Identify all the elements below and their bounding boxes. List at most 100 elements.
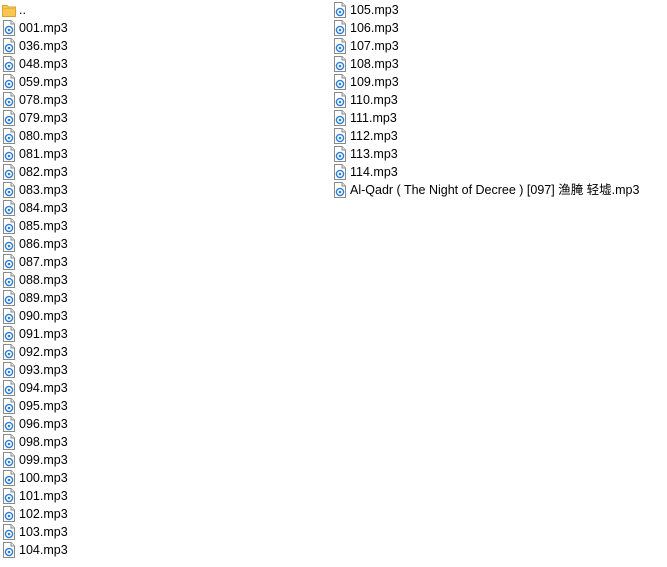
file-item[interactable]: 048.mp3 (2, 55, 322, 73)
file-item[interactable]: 100.mp3 (2, 469, 322, 487)
file-name: 089.mp3 (19, 291, 68, 305)
file-item[interactable]: 078.mp3 (2, 91, 322, 109)
audio-file-icon (333, 56, 347, 72)
file-name: 107.mp3 (350, 39, 399, 53)
audio-file-icon (2, 254, 16, 270)
file-name: 099.mp3 (19, 453, 68, 467)
file-name: 036.mp3 (19, 39, 68, 53)
file-item[interactable]: 114.mp3 (333, 163, 667, 181)
file-list-column-2: 105.mp3 106.mp3 107.mp3 108.mp3 109.mp3 … (333, 1, 667, 199)
file-item[interactable]: 090.mp3 (2, 307, 322, 325)
file-item[interactable]: 096.mp3 (2, 415, 322, 433)
file-item[interactable]: 109.mp3 (333, 73, 667, 91)
file-name: 112.mp3 (350, 129, 398, 143)
file-name: 088.mp3 (19, 273, 68, 287)
audio-file-icon (2, 344, 16, 360)
file-item[interactable]: 098.mp3 (2, 433, 322, 451)
file-name: 001.mp3 (19, 21, 68, 35)
file-name: 094.mp3 (19, 381, 68, 395)
file-name: 105.mp3 (350, 3, 399, 17)
file-name: 048.mp3 (19, 57, 68, 71)
file-item[interactable]: 104.mp3 (2, 541, 322, 559)
file-item[interactable]: 083.mp3 (2, 181, 322, 199)
file-item[interactable]: 094.mp3 (2, 379, 322, 397)
file-item[interactable]: 059.mp3 (2, 73, 322, 91)
file-name: 079.mp3 (19, 111, 68, 125)
file-item[interactable]: 106.mp3 (333, 19, 667, 37)
file-name: 091.mp3 (19, 327, 68, 341)
audio-file-icon (2, 416, 16, 432)
file-name: 095.mp3 (19, 399, 68, 413)
file-name: Al-Qadr ( The Night of Decree ) [097] 渔腌… (350, 183, 640, 197)
audio-file-icon (333, 38, 347, 54)
audio-file-icon (2, 74, 16, 90)
file-item[interactable]: 113.mp3 (333, 145, 667, 163)
audio-file-icon (333, 92, 347, 108)
file-name: 100.mp3 (19, 471, 68, 485)
file-item[interactable]: 110.mp3 (333, 91, 667, 109)
file-item[interactable]: 079.mp3 (2, 109, 322, 127)
audio-file-icon (2, 470, 16, 486)
file-item[interactable]: 108.mp3 (333, 55, 667, 73)
file-name: 093.mp3 (19, 363, 68, 377)
file-item[interactable]: 084.mp3 (2, 199, 322, 217)
audio-file-icon (2, 146, 16, 162)
file-name: 096.mp3 (19, 417, 68, 431)
audio-file-icon (2, 110, 16, 126)
file-name: 086.mp3 (19, 237, 68, 251)
parent-folder-item[interactable]: .. (2, 1, 322, 19)
file-name: 109.mp3 (350, 75, 399, 89)
file-item[interactable]: 093.mp3 (2, 361, 322, 379)
audio-file-icon (2, 290, 16, 306)
file-list-column-1: .. 001.mp3 036.mp3 048.mp3 059.mp3 078.m… (2, 1, 322, 559)
file-item[interactable]: 001.mp3 (2, 19, 322, 37)
file-item[interactable]: 091.mp3 (2, 325, 322, 343)
file-name: 087.mp3 (19, 255, 68, 269)
audio-file-icon (2, 38, 16, 54)
file-name: 098.mp3 (19, 435, 68, 449)
file-item[interactable]: 085.mp3 (2, 217, 322, 235)
file-item[interactable]: 092.mp3 (2, 343, 322, 361)
file-item[interactable]: 102.mp3 (2, 505, 322, 523)
file-item[interactable]: 080.mp3 (2, 127, 322, 145)
audio-file-icon (333, 2, 347, 18)
file-name: 104.mp3 (19, 543, 68, 557)
file-item[interactable]: 107.mp3 (333, 37, 667, 55)
file-item[interactable]: 095.mp3 (2, 397, 322, 415)
file-item[interactable]: 103.mp3 (2, 523, 322, 541)
file-item[interactable]: 036.mp3 (2, 37, 322, 55)
file-item[interactable]: Al-Qadr ( The Night of Decree ) [097] 渔腌… (333, 181, 667, 199)
audio-file-icon (2, 200, 16, 216)
file-name: 090.mp3 (19, 309, 68, 323)
audio-file-icon (2, 452, 16, 468)
file-name: .. (19, 3, 26, 17)
file-item[interactable]: 089.mp3 (2, 289, 322, 307)
file-name: 082.mp3 (19, 165, 68, 179)
file-item[interactable]: 101.mp3 (2, 487, 322, 505)
audio-file-icon (333, 182, 347, 198)
file-item[interactable]: 111.mp3 (333, 109, 667, 127)
file-item[interactable]: 099.mp3 (2, 451, 322, 469)
file-item[interactable]: 088.mp3 (2, 271, 322, 289)
audio-file-icon (333, 164, 347, 180)
audio-file-icon (2, 380, 16, 396)
file-item[interactable]: 112.mp3 (333, 127, 667, 145)
audio-file-icon (2, 398, 16, 414)
file-name: 085.mp3 (19, 219, 68, 233)
file-name: 110.mp3 (350, 93, 398, 107)
file-name: 103.mp3 (19, 525, 68, 539)
audio-file-icon (2, 326, 16, 342)
file-item[interactable]: 082.mp3 (2, 163, 322, 181)
audio-file-icon (333, 110, 347, 126)
file-item[interactable]: 087.mp3 (2, 253, 322, 271)
audio-file-icon (2, 542, 16, 558)
audio-file-icon (2, 362, 16, 378)
audio-file-icon (2, 218, 16, 234)
file-item[interactable]: 105.mp3 (333, 1, 667, 19)
file-item[interactable]: 081.mp3 (2, 145, 322, 163)
folder-icon (2, 2, 16, 18)
audio-file-icon (2, 272, 16, 288)
file-item[interactable]: 086.mp3 (2, 235, 322, 253)
audio-file-icon (2, 308, 16, 324)
audio-file-icon (2, 164, 16, 180)
